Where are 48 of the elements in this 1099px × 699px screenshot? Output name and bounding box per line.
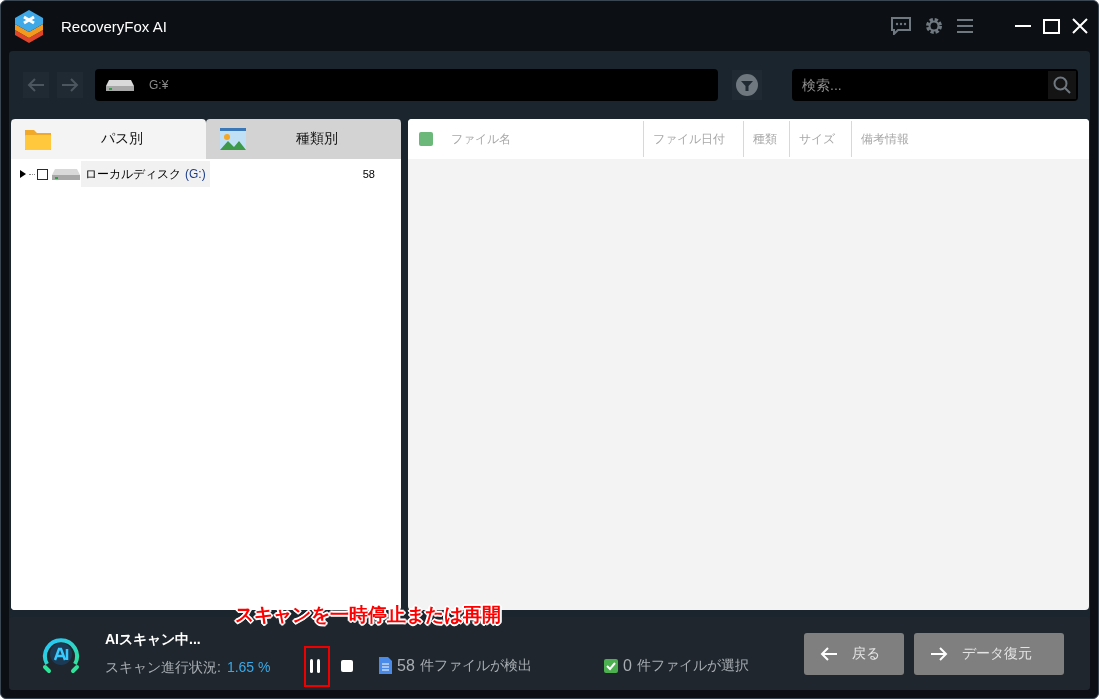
filter-button[interactable] [732, 70, 762, 100]
annotation-text: スキャンを一時停止または再開 [235, 603, 501, 627]
expand-arrow-icon[interactable] [19, 170, 27, 178]
selected-count: 0 [623, 656, 632, 675]
progress-value: 1.65 % [226, 658, 271, 677]
select-all-checkbox[interactable] [419, 132, 433, 146]
scan-status-title: AIスキャン中... [105, 630, 202, 649]
drive-icon [51, 166, 81, 182]
path-bar[interactable]: G:¥ [95, 69, 718, 101]
tree-item[interactable]: ローカルディスク (G:) [81, 161, 210, 187]
stop-button[interactable] [341, 659, 353, 672]
window-title: RecoveryFox AI [61, 17, 168, 35]
column-header[interactable]: 備考情報 [851, 121, 971, 157]
back-button[interactable]: 戻る [804, 632, 904, 675]
image-icon [220, 128, 246, 150]
drive-letter: (G:) [185, 167, 206, 181]
column-header[interactable]: ファイル日付 [643, 121, 743, 157]
settings-icon[interactable] [925, 17, 943, 35]
tab[interactable]: 種類別 [206, 119, 401, 159]
path-text: G:¥ [149, 78, 169, 92]
maximize-button[interactable] [1043, 18, 1060, 34]
progress-label: スキャン進行状況: [105, 658, 221, 677]
found-label: 件ファイルが検出 [419, 656, 532, 675]
folder-icon [25, 128, 51, 150]
left-arrow-icon [820, 645, 838, 662]
chat-icon[interactable] [891, 17, 911, 35]
menu-icon[interactable] [957, 19, 973, 33]
tab[interactable]: パス別 [11, 119, 206, 159]
search-field[interactable]: 検索... [792, 69, 1048, 101]
column-header[interactable]: サイズ [789, 121, 851, 157]
checkbox-icon [604, 658, 618, 673]
right-arrow-icon [930, 645, 948, 662]
drive-name: ローカルディスク [85, 165, 181, 183]
column-header[interactable]: 種類 [743, 121, 789, 157]
left-arrow-icon [27, 77, 45, 93]
file-count: 58 [362, 168, 375, 180]
selected-label: 件ファイルが選択 [636, 656, 749, 675]
checkbox[interactable] [37, 168, 48, 180]
pause-button[interactable] [309, 658, 321, 673]
right-arrow-icon [61, 77, 79, 93]
close-button[interactable] [1072, 18, 1088, 34]
drive-icon [105, 77, 135, 93]
recover-button[interactable]: データ復元 [914, 632, 1064, 675]
search-icon[interactable] [1048, 71, 1076, 99]
column-header[interactable]: ファイル名 [447, 121, 643, 157]
document-icon [379, 657, 392, 674]
found-count: 58 [397, 656, 415, 675]
highlight-frame [304, 646, 330, 687]
